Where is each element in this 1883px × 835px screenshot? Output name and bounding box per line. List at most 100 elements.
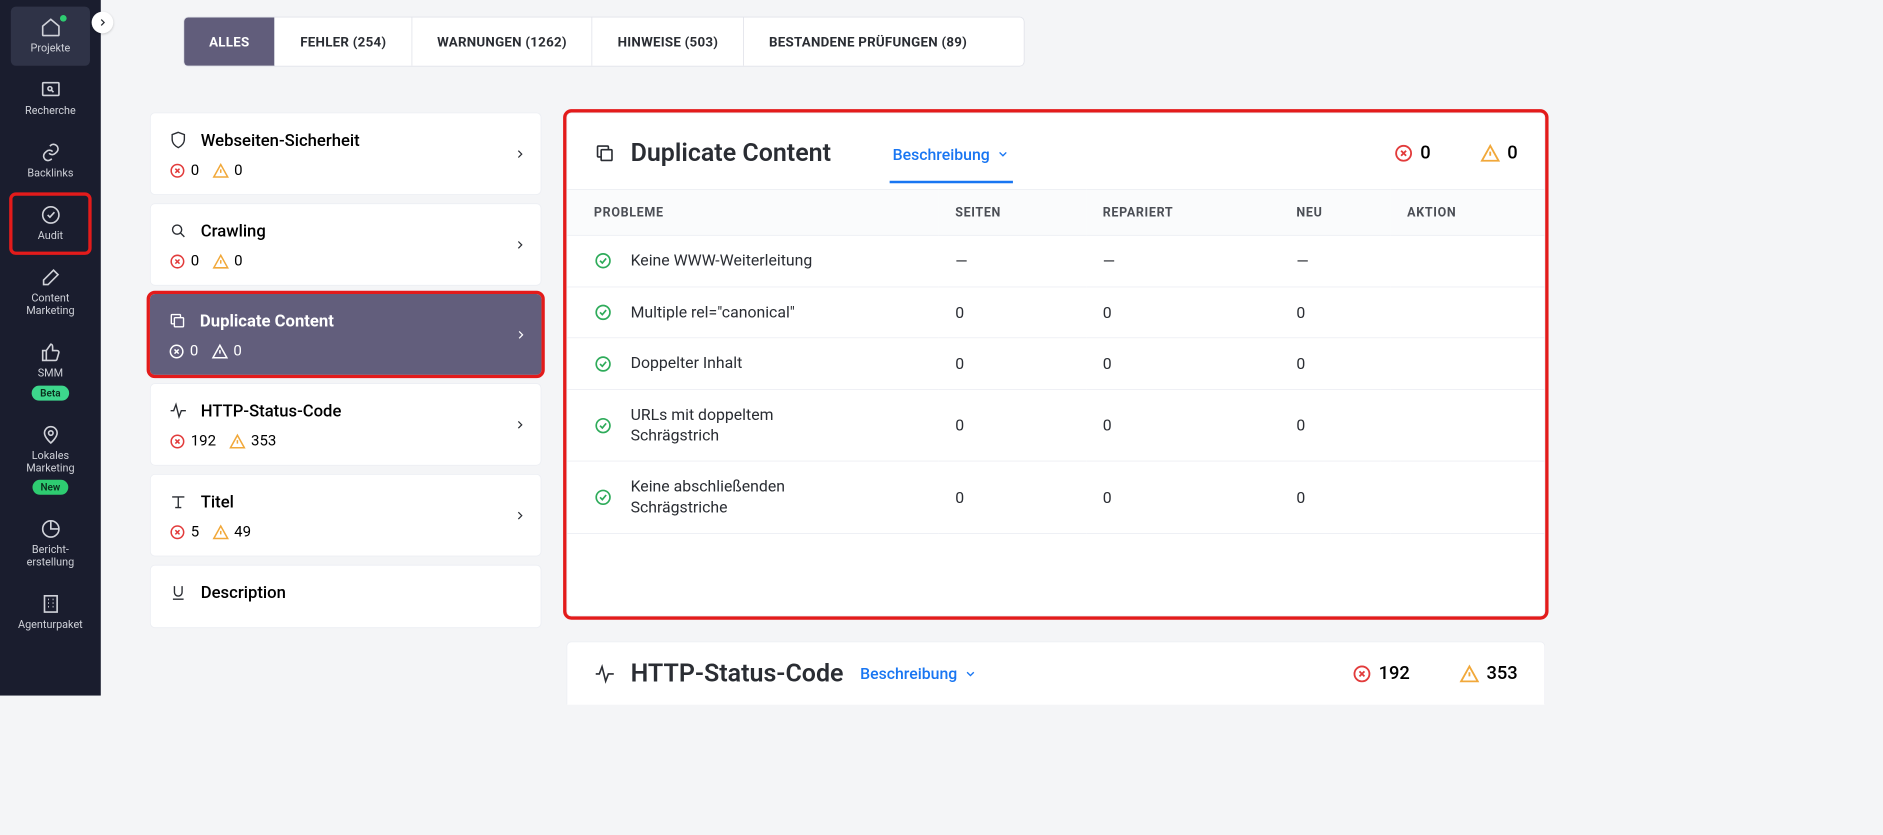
nav-recherche[interactable]: Recherche bbox=[11, 69, 90, 128]
error-count: 192 bbox=[191, 432, 216, 449]
sidebar-expand-toggle[interactable] bbox=[92, 12, 114, 34]
edit-icon bbox=[40, 266, 62, 288]
category-title: Webseiten-Sicherheit bbox=[201, 130, 360, 150]
error-icon bbox=[168, 343, 185, 360]
nav-bericht[interactable]: Bericht-erstellung bbox=[11, 508, 90, 580]
cell-repariert: 0 bbox=[1086, 461, 1280, 533]
check-circle-icon bbox=[594, 488, 612, 506]
type-icon bbox=[169, 492, 187, 510]
cell-seiten: 0 bbox=[939, 389, 1087, 461]
tab-alles[interactable]: ALLES bbox=[184, 17, 275, 65]
chevron-down-icon bbox=[996, 147, 1009, 160]
category-webseiten-sicherheit[interactable]: Webseiten-Sicherheit 0 0 bbox=[150, 112, 542, 194]
cell-seiten: 0 bbox=[939, 461, 1087, 533]
tab-hinweise[interactable]: HINWEISE (503) bbox=[593, 17, 744, 65]
link-icon bbox=[40, 142, 62, 164]
cell-aktion bbox=[1391, 235, 1545, 286]
detail-title-text: HTTP-Status-Code bbox=[631, 659, 844, 688]
error-count: 5 bbox=[191, 523, 199, 540]
error-icon bbox=[169, 162, 186, 179]
activity-icon bbox=[594, 663, 616, 685]
copy-icon bbox=[594, 142, 616, 164]
chevron-down-icon bbox=[964, 667, 977, 680]
chevron-right-icon bbox=[514, 148, 526, 160]
detail-panel-duplicate-content: Duplicate Content Beschreibung 0 0 PROBL… bbox=[566, 112, 1545, 616]
error-icon bbox=[1394, 143, 1414, 163]
description-tab-label: Beschreibung bbox=[860, 664, 957, 683]
nav-label: Content Marketing bbox=[14, 293, 86, 318]
search-icon bbox=[169, 222, 187, 240]
category-http-status-code[interactable]: HTTP-Status-Code 192 353 bbox=[150, 383, 542, 465]
problems-table: PROBLEME SEITEN REPARIERT NEU AKTION Kei… bbox=[567, 189, 1544, 534]
cell-repariert: 0 bbox=[1086, 338, 1280, 389]
table-row[interactable]: Keine WWW-Weiterleitung——— bbox=[567, 235, 1544, 286]
cell-neu: 0 bbox=[1280, 461, 1391, 533]
detail-panel-http-status-code: HTTP-Status-Code Beschreibung 192 353 bbox=[566, 641, 1545, 704]
category-title: Duplicate Content bbox=[200, 311, 334, 331]
warning-icon bbox=[229, 433, 246, 450]
detail-title-text: Duplicate Content bbox=[631, 138, 831, 167]
tab-fehler[interactable]: FEHLER (254) bbox=[275, 17, 412, 65]
error-icon bbox=[169, 253, 186, 270]
col-probleme: PROBLEME bbox=[567, 190, 938, 236]
table-row[interactable]: Multiple rel="canonical"000 bbox=[567, 287, 1544, 338]
description-tab[interactable]: Beschreibung bbox=[889, 125, 1013, 183]
tab-label: HINWEISE (503) bbox=[618, 34, 719, 50]
detail-title: Duplicate Content bbox=[594, 138, 831, 167]
nav-content-marketing[interactable]: Content Marketing bbox=[11, 256, 90, 328]
nav-agenturpaket[interactable]: Agenturpaket bbox=[11, 583, 90, 642]
table-row[interactable]: Keine abschließenden Schrägstriche000 bbox=[567, 461, 1544, 533]
category-panel: Webseiten-Sicherheit 0 0 Crawling 0 0 Du… bbox=[150, 112, 542, 636]
activity-icon bbox=[169, 402, 187, 420]
nav-backlinks[interactable]: Backlinks bbox=[11, 132, 90, 191]
nav-projekte[interactable]: Projekte bbox=[11, 7, 90, 66]
header-warning-count: 353 bbox=[1460, 663, 1518, 684]
cell-neu: 0 bbox=[1280, 389, 1391, 461]
building-icon bbox=[40, 593, 62, 615]
check-circle-icon bbox=[594, 303, 612, 321]
underline-icon bbox=[169, 583, 187, 601]
header-warning-count: 0 bbox=[1481, 142, 1518, 163]
cell-aktion bbox=[1391, 389, 1545, 461]
tab-warnungen[interactable]: WARNUNGEN (1262) bbox=[412, 17, 593, 65]
check-circle-icon bbox=[594, 252, 612, 270]
error-count: 0 bbox=[191, 162, 199, 179]
tab-bestandene[interactable]: BESTANDENE PRÜFUNGEN (89) bbox=[744, 17, 992, 65]
description-tab[interactable]: Beschreibung bbox=[860, 664, 977, 683]
warning-count: 0 bbox=[234, 162, 242, 179]
warning-count: 0 bbox=[233, 342, 241, 359]
detail-title: HTTP-Status-Code bbox=[594, 659, 844, 688]
warning-count: 0 bbox=[234, 252, 242, 269]
cell-aktion bbox=[1391, 287, 1545, 338]
category-titel[interactable]: Titel 5 49 bbox=[150, 474, 542, 556]
nav-audit[interactable]: Audit bbox=[11, 194, 90, 253]
cell-repariert: 0 bbox=[1086, 287, 1280, 338]
category-description[interactable]: Description bbox=[150, 565, 542, 628]
table-row[interactable]: URLs mit doppeltem Schrägstrich000 bbox=[567, 389, 1544, 461]
nav-smm[interactable]: SMM Beta bbox=[11, 331, 90, 410]
category-crawling[interactable]: Crawling 0 0 bbox=[150, 203, 542, 285]
cell-aktion bbox=[1391, 461, 1545, 533]
error-count: 0 bbox=[191, 252, 199, 269]
warning-icon bbox=[1460, 663, 1480, 683]
nav-label: Bericht-erstellung bbox=[14, 545, 86, 570]
shield-icon bbox=[169, 131, 187, 149]
warning-count: 353 bbox=[251, 432, 276, 449]
category-duplicate-content[interactable]: Duplicate Content 0 0 bbox=[150, 294, 542, 375]
cell-neu: — bbox=[1280, 235, 1391, 286]
check-circle-icon bbox=[594, 355, 612, 373]
category-title: HTTP-Status-Code bbox=[201, 401, 342, 421]
problem-text: Keine WWW-Weiterleitung bbox=[631, 251, 813, 272]
col-aktion: AKTION bbox=[1391, 190, 1545, 236]
chevron-right-icon bbox=[97, 17, 107, 27]
error-icon bbox=[1352, 663, 1372, 683]
header-error-count: 0 bbox=[1394, 142, 1431, 163]
problem-text: Doppelter Inhalt bbox=[631, 354, 743, 375]
map-pin-icon bbox=[40, 424, 62, 446]
chevron-right-icon bbox=[514, 239, 526, 251]
cell-seiten: 0 bbox=[939, 338, 1087, 389]
problem-text: Keine abschließenden Schrägstriche bbox=[631, 477, 848, 518]
col-repariert: REPARIERT bbox=[1086, 190, 1280, 236]
nav-lokales-marketing[interactable]: Lokales Marketing New bbox=[11, 414, 90, 506]
table-row[interactable]: Doppelter Inhalt000 bbox=[567, 338, 1544, 389]
